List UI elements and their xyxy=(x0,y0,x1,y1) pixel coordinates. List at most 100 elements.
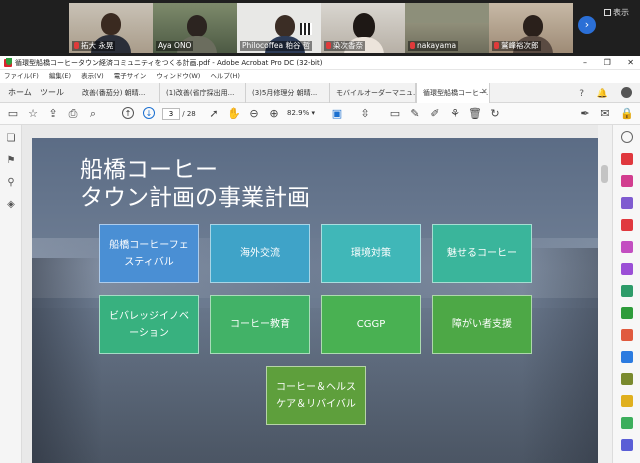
export-pdf-icon[interactable] xyxy=(621,153,633,165)
draw-icon[interactable]: ✐ xyxy=(428,107,442,121)
save-icon[interactable]: ▭ xyxy=(6,107,20,121)
layers-icon[interactable]: ◈ xyxy=(5,199,17,211)
left-panel: ❏ ⚑ ⚲ ◈ xyxy=(0,125,22,463)
compress-icon[interactable] xyxy=(621,307,633,319)
edit-pdf-icon[interactable] xyxy=(621,219,633,231)
pdf-page: 船橋コーヒー タウン計画の事業計画 船橋コーヒーフェスティバル 海外交流 環境対… xyxy=(32,138,598,463)
menu-view[interactable]: 表示(V) xyxy=(81,72,104,80)
zoom-search-icon[interactable]: ⌕ xyxy=(86,107,100,121)
close-icon[interactable]: ✕ xyxy=(627,58,634,67)
fit-page-icon[interactable]: ▣ xyxy=(330,107,344,121)
restore-icon[interactable]: ❐ xyxy=(604,58,611,67)
avatar[interactable] xyxy=(621,87,632,98)
grid-icon xyxy=(604,9,611,16)
combine-files-icon[interactable] xyxy=(621,197,633,209)
right-tools-panel xyxy=(612,125,640,463)
lock-icon[interactable]: 🔒 xyxy=(620,107,634,121)
tab-home[interactable]: ホーム xyxy=(2,83,38,103)
mic-off-icon xyxy=(494,42,499,49)
bell-icon[interactable]: 🔔 xyxy=(597,89,608,99)
send-for-signature-icon[interactable] xyxy=(621,285,633,297)
bookmark-icon[interactable]: ⚑ xyxy=(5,155,17,167)
participant-name: 鷲峰裕次郎 xyxy=(492,41,541,51)
plan-box: 海外交流 xyxy=(210,224,310,283)
scrollbar-thumb[interactable] xyxy=(601,165,608,183)
star-icon[interactable]: ☆ xyxy=(26,107,40,121)
highlight-icon[interactable]: ✎ xyxy=(408,107,422,121)
prev-page-icon[interactable]: ↑ xyxy=(122,107,134,119)
print-icon[interactable]: ⎙ xyxy=(66,107,80,121)
menu-file[interactable]: ファイル(F) xyxy=(4,72,39,80)
window-titlebar: 循環型船橋コーヒータウン経済コミュニティをつくる計画.pdf - Adobe A… xyxy=(0,56,640,70)
video-tile[interactable]: 鷲峰裕次郎 xyxy=(489,3,573,53)
video-tile[interactable]: nakayama xyxy=(405,3,489,53)
shield-icon xyxy=(6,58,12,65)
select-cursor-icon[interactable]: ➚ xyxy=(207,107,221,121)
hand-icon[interactable]: ✋ xyxy=(227,107,241,121)
plan-box: 魅せるコーヒー xyxy=(432,224,532,283)
next-page-icon[interactable]: ↓ xyxy=(143,107,155,119)
upload-icon[interactable]: ⇪ xyxy=(46,107,60,121)
protect-icon[interactable] xyxy=(621,351,633,363)
organize-pages-icon[interactable] xyxy=(621,241,633,253)
tab-active-document[interactable]: 循環型船橋コーヒー... xyxy=(416,83,490,103)
help-icon[interactable]: ? xyxy=(579,89,584,99)
participant-name: 染次香奈 xyxy=(324,41,365,51)
video-strip: 拓大 永晃 Aya ONO Philocoffea 粕谷 哲 染次香奈 naka… xyxy=(0,0,640,56)
stamp-icon[interactable]: ⚘ xyxy=(448,107,462,121)
mic-off-icon xyxy=(326,42,331,49)
page-number-input[interactable] xyxy=(162,108,180,120)
mic-off-icon xyxy=(74,42,79,49)
sign-icon[interactable]: ✒ xyxy=(578,107,592,121)
plan-box: コーヒー＆ヘルスケア＆リバイバル xyxy=(266,366,366,425)
comment-tool-icon[interactable] xyxy=(621,395,633,407)
close-tab-icon[interactable]: ✕ xyxy=(481,87,488,96)
video-tile[interactable]: 染次香奈 xyxy=(321,3,405,53)
toolbar: ▭ ☆ ⇪ ⎙ ⌕ ↑ ↓ / 28 ➚ ✋ ⊖ ⊕ 82.9% ▾ ▣ ⇳ ▭… xyxy=(0,103,640,125)
print-production-icon[interactable] xyxy=(621,417,633,429)
delete-icon[interactable]: 🗑 xyxy=(468,107,482,121)
email-icon[interactable]: ✉ xyxy=(598,107,612,121)
window-title: 循環型船橋コーヒータウン経済コミュニティをつくる計画.pdf - Adobe A… xyxy=(15,59,323,67)
mic-off-icon xyxy=(410,42,415,49)
video-tile[interactable]: Philocoffea 粕谷 哲 xyxy=(237,3,321,53)
redact-icon[interactable] xyxy=(621,329,633,341)
menu-bar: ファイル(F) 編集(E) 表示(V) 電子サイン ウィンドウ(W) ヘルプ(H… xyxy=(0,70,640,83)
participant-name: Aya ONO xyxy=(156,41,194,51)
search-icon[interactable] xyxy=(621,131,633,143)
zoom-select[interactable]: 82.9% ▾ xyxy=(287,109,315,117)
menu-edit[interactable]: 編集(E) xyxy=(49,72,71,80)
comment-icon[interactable]: ▭ xyxy=(388,107,402,121)
slide-title-line: タウン計画の事業計画 xyxy=(80,185,310,211)
plan-box: CGGP xyxy=(321,295,421,354)
scan-ocr-icon[interactable] xyxy=(621,373,633,385)
next-participants-button[interactable]: › xyxy=(578,16,596,34)
participant-name: Philocoffea 粕谷 哲 xyxy=(240,41,313,51)
tab-document[interactable]: (1)改善(省庁採出用... xyxy=(160,83,246,103)
menu-window[interactable]: ウィンドウ(W) xyxy=(156,72,200,80)
pages-icon[interactable]: ❏ xyxy=(5,133,17,145)
create-pdf-icon[interactable] xyxy=(621,175,633,187)
video-tile[interactable]: Aya ONO xyxy=(153,3,237,53)
tab-tools[interactable]: ツール xyxy=(34,83,70,103)
more-tools-icon[interactable] xyxy=(621,439,633,451)
minimize-icon[interactable]: – xyxy=(583,58,587,67)
tab-document[interactable]: モバイルオーダーマニュ... xyxy=(330,83,416,103)
scroll-mode-icon[interactable]: ⇳ xyxy=(358,107,372,121)
rotate-icon[interactable]: ↻ xyxy=(488,107,502,121)
view-button[interactable]: 表示 xyxy=(604,7,629,18)
zoom-out-icon[interactable]: ⊖ xyxy=(247,107,261,121)
plan-box: コーヒー教育 xyxy=(210,295,310,354)
plan-box: 障がい者支援 xyxy=(432,295,532,354)
tab-document[interactable]: (3)5月修理分 朝晴... xyxy=(246,83,330,103)
menu-esign[interactable]: 電子サイン xyxy=(114,72,147,80)
fill-sign-icon[interactable] xyxy=(621,263,633,275)
menu-help[interactable]: ヘルプ(H) xyxy=(210,72,239,80)
tab-document[interactable]: 改善(番茄分) 朝晴... xyxy=(76,83,160,103)
attachment-icon[interactable]: ⚲ xyxy=(5,177,17,189)
zoom-in-icon[interactable]: ⊕ xyxy=(267,107,281,121)
tab-label: 循環型船橋コーヒー... xyxy=(423,89,490,97)
slide-title: 船橋コーヒー タウン計画の事業計画 xyxy=(80,156,310,212)
slide-title-line: 船橋コーヒー xyxy=(80,157,218,183)
video-tile[interactable]: 拓大 永晃 xyxy=(69,3,153,53)
